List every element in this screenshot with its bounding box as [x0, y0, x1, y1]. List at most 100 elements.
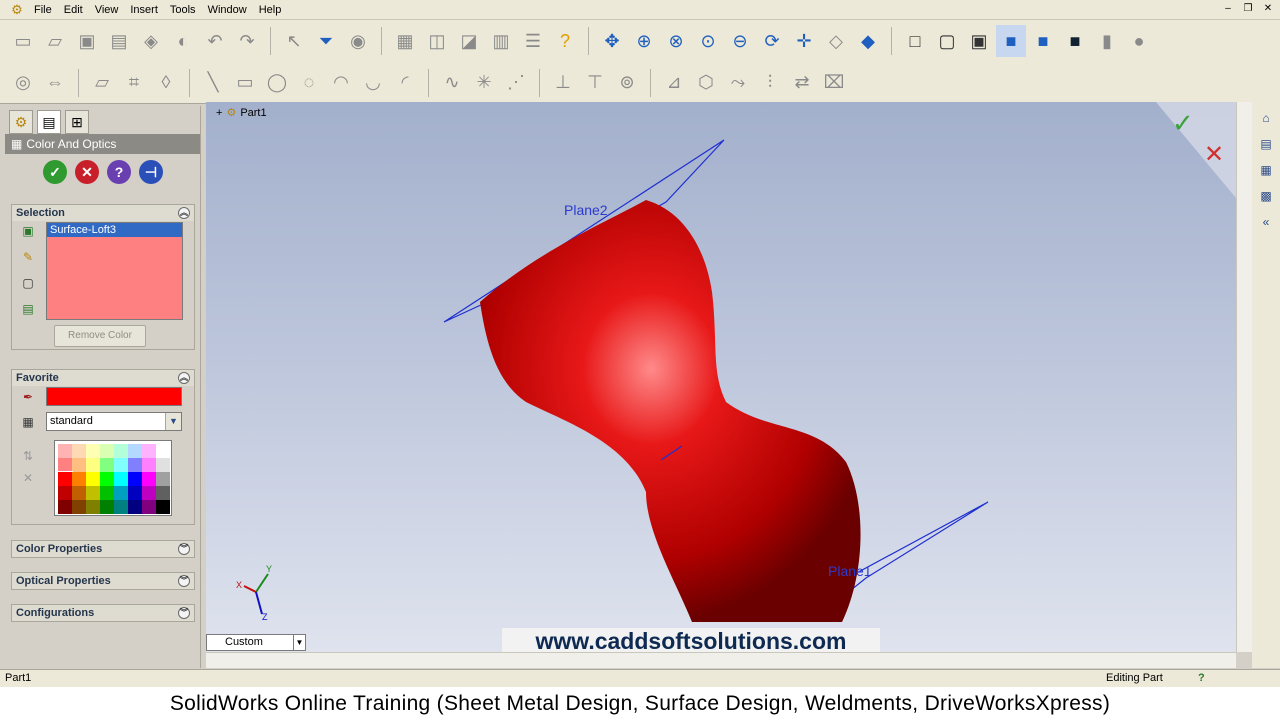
palette-swatch[interactable] — [86, 486, 100, 500]
menu-insert[interactable]: Insert — [124, 0, 164, 20]
palette-swatch[interactable] — [128, 444, 142, 458]
palette-swatch[interactable] — [72, 486, 86, 500]
palette-swatch[interactable] — [58, 486, 72, 500]
eyedropper-icon[interactable]: ✒ — [18, 387, 38, 407]
rotate-icon[interactable]: ⟳ — [757, 25, 787, 57]
palette-swatch[interactable] — [156, 472, 170, 486]
confirm-cancel-icon[interactable]: ✕ — [1204, 140, 1224, 168]
expand-icon[interactable]: ︾ — [178, 607, 190, 619]
chevron-down-icon[interactable]: ▼ — [165, 413, 181, 430]
status-help-icon[interactable]: ? — [1198, 670, 1205, 687]
convert-icon[interactable]: ⬡ — [691, 67, 721, 99]
solidworks-logo-icon[interactable]: ⚙ — [8, 2, 26, 18]
palette-swatch[interactable] — [156, 458, 170, 472]
palette-swatch[interactable] — [114, 472, 128, 486]
selection-header[interactable]: Selection ︽ — [12, 205, 194, 221]
palette-swatch[interactable] — [142, 486, 156, 500]
select-feature-icon[interactable]: ▤ — [18, 299, 38, 319]
restore-icon[interactable]: ❐ — [1242, 3, 1254, 14]
palette-swatch[interactable] — [58, 500, 72, 514]
favorite-header[interactable]: Favorite ︽ — [12, 370, 194, 386]
save-icon[interactable]: ▣ — [72, 25, 102, 57]
section-icon[interactable]: ▮ — [1092, 25, 1122, 57]
palette-swatch[interactable] — [114, 500, 128, 514]
sketch-3d-icon[interactable]: ⌗ — [119, 67, 149, 99]
repair-icon[interactable]: ⌧ — [819, 67, 849, 99]
hidden-removed-icon[interactable]: ▣ — [964, 25, 994, 57]
configurations-header[interactable]: Configurations ︾ — [12, 605, 194, 621]
palette-swatch[interactable] — [156, 444, 170, 458]
palette-swatch[interactable] — [58, 444, 72, 458]
grid-icon[interactable]: ▦ — [390, 25, 420, 57]
offset-icon[interactable]: ⊚ — [612, 67, 642, 99]
plane2-label[interactable]: Plane2 — [564, 202, 608, 218]
collapse-icon[interactable]: ︽ — [178, 372, 190, 384]
palette-swatch[interactable] — [100, 444, 114, 458]
ok-button[interactable]: ✓ — [43, 160, 67, 184]
sketch-plane-icon[interactable]: ▱ — [87, 67, 117, 99]
palette-swatch[interactable] — [100, 500, 114, 514]
palette-swatch[interactable] — [100, 486, 114, 500]
graphics-area[interactable]: + ⚙ Part1 Plane2 Plane1 Y X Z ✓ ✕ Custom… — [206, 102, 1236, 654]
palette-swatch[interactable] — [142, 458, 156, 472]
expand-icon[interactable]: ︾ — [178, 575, 190, 587]
extend-icon[interactable]: ⊤ — [580, 67, 610, 99]
palette-swatch[interactable] — [86, 500, 100, 514]
remove-swatch-icon[interactable]: ✕ — [18, 468, 38, 488]
menu-tools[interactable]: Tools — [164, 0, 202, 20]
color-properties-header[interactable]: Color Properties ︾ — [12, 541, 194, 557]
move-icon[interactable]: ⤳ — [723, 67, 753, 99]
palette-swatch[interactable] — [72, 444, 86, 458]
palette-swatch[interactable] — [142, 472, 156, 486]
tangent-arc-icon[interactable]: ◜ — [390, 67, 420, 99]
circle-icon[interactable]: ◯ — [262, 67, 292, 99]
palette-swatch[interactable] — [128, 486, 142, 500]
home-icon[interactable]: ⌂ — [1256, 108, 1276, 128]
hidden-lines-icon[interactable]: ▢ — [932, 25, 962, 57]
options-icon[interactable]: ◐ — [168, 25, 198, 57]
undo-icon[interactable]: ↶ — [200, 25, 230, 57]
palette-swatch[interactable] — [128, 500, 142, 514]
remove-color-button[interactable]: Remove Color — [54, 325, 146, 347]
zoom-to-fit-icon[interactable]: ⊕ — [629, 25, 659, 57]
vertical-scrollbar[interactable] — [1236, 102, 1252, 652]
palette-swatch[interactable] — [114, 444, 128, 458]
layer-icon[interactable]: ◫ — [422, 25, 452, 57]
menu-help[interactable]: Help — [253, 0, 288, 20]
menu-file[interactable]: File — [28, 0, 58, 20]
menu-view[interactable]: View — [89, 0, 125, 20]
dimension-icon[interactable]: ◊ — [151, 67, 181, 99]
arc-icon[interactable]: ◠ — [326, 67, 356, 99]
optical-properties-header[interactable]: Optical Properties ︾ — [12, 573, 194, 589]
mirror-icon[interactable]: ⊿ — [659, 67, 689, 99]
new-icon[interactable]: ▭ — [8, 25, 38, 57]
confirm-ok-icon[interactable]: ✓ — [1172, 109, 1194, 139]
palette-swatch[interactable] — [142, 500, 156, 514]
rebuild-icon[interactable]: ◈ — [136, 25, 166, 57]
palette-swatch[interactable] — [58, 458, 72, 472]
add-swatch-icon[interactable]: ⇅ — [18, 446, 38, 466]
property-manager-tab-icon[interactable]: ▤ — [37, 110, 61, 134]
shaded-icon[interactable]: ■ — [1028, 25, 1058, 57]
menu-edit[interactable]: Edit — [58, 0, 89, 20]
sketch-icon[interactable]: ◎ — [8, 67, 38, 99]
zoom-area-icon[interactable]: ⊗ — [661, 25, 691, 57]
horizontal-scrollbar[interactable] — [206, 652, 1236, 668]
palette-file-icon[interactable]: ▦ — [18, 412, 38, 432]
collapse-icon[interactable]: ︽ — [178, 207, 190, 219]
selection-list[interactable]: Surface-Loft3 — [46, 222, 183, 320]
select-icon[interactable]: ↖ — [279, 25, 309, 57]
configurations-group[interactable]: Configurations ︾ — [11, 604, 195, 622]
palette-swatch[interactable] — [114, 458, 128, 472]
palette-swatch[interactable] — [86, 472, 100, 486]
configuration-manager-tab-icon[interactable]: ⊞ — [65, 110, 89, 134]
expand-icon[interactable]: ︾ — [178, 543, 190, 555]
open-icon[interactable]: ▱ — [40, 25, 70, 57]
properties-icon[interactable]: ◪ — [454, 25, 484, 57]
pan-icon[interactable]: ✛ — [789, 25, 819, 57]
surface-loft-body[interactable] — [480, 200, 861, 622]
palette-swatch[interactable] — [100, 458, 114, 472]
redo-icon[interactable]: ↷ — [232, 25, 262, 57]
select-body-icon[interactable]: ▢ — [18, 273, 38, 293]
zoom-in-out-icon[interactable]: ⊙ — [693, 25, 723, 57]
